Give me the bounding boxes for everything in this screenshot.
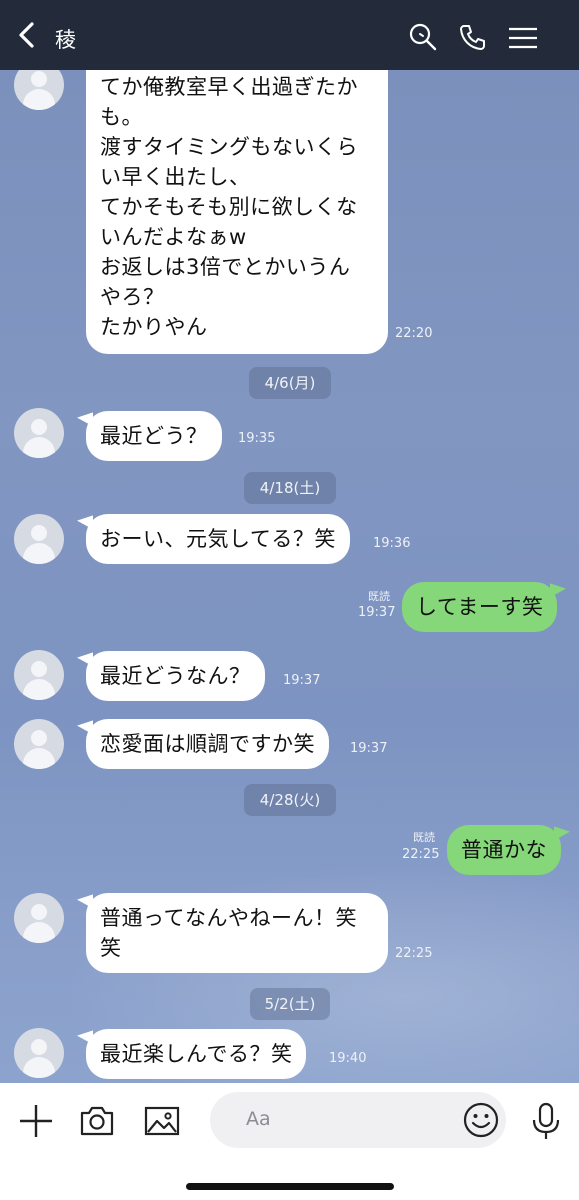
date-separator: 4/6(月) [249,367,331,399]
avatar[interactable] [14,893,64,943]
message-bubble: 最近どうなん？ [86,651,265,701]
message-bubble: てか俺教室早く出過ぎたか も。 渡すタイミングもないくら い早く出たし、 てかそ… [86,52,388,354]
message-input[interactable]: Aa [210,1092,506,1148]
message-time: 19:36 [373,536,411,551]
avatar[interactable] [14,719,64,769]
message-time: 19:40 [329,1051,367,1066]
menu-icon[interactable] [508,22,538,52]
message-bubble: 恋愛面は順調ですか笑 [86,719,329,769]
emoji-icon[interactable] [462,1101,500,1139]
message-time: 22:25 [395,946,433,961]
message-bubble: してまーす笑 [402,582,558,632]
chat-title: 稜 [55,28,76,52]
read-receipt: 既読 [413,831,435,844]
phone-icon[interactable] [458,22,488,52]
message-time: 19:37 [350,741,388,756]
message-time: 19:37 [358,605,396,620]
message-time: 22:25 [402,847,440,862]
date-separator: 4/28(火) [244,784,336,816]
message-time: 19:37 [283,673,321,688]
message-time: 22:20 [395,326,433,341]
message-bubble: 最近どう？ [86,411,222,461]
message-bubble: 普通かな [447,825,561,875]
chat-header: 稜 [0,0,579,70]
input-bar: Aa [0,1083,579,1200]
plus-icon[interactable] [16,1101,56,1141]
camera-icon[interactable] [77,1101,117,1141]
avatar[interactable] [14,650,64,700]
search-icon[interactable] [408,22,438,52]
message-input-placeholder: Aa [246,1108,271,1130]
date-separator: 4/18(土) [244,472,336,504]
message-bubble: おーい、元気してる？笑 [86,514,350,564]
avatar[interactable] [14,1028,64,1078]
home-indicator [186,1183,394,1190]
read-receipt: 既読 [368,590,390,603]
message-bubble: 最近楽しんでる？笑 [86,1029,307,1079]
microphone-icon[interactable] [528,1101,564,1141]
date-separator: 5/2(土) [250,988,330,1020]
avatar[interactable] [14,514,64,564]
message-time: 19:35 [238,431,276,446]
chevron-left-icon[interactable] [14,22,40,48]
image-icon[interactable] [142,1101,182,1141]
avatar[interactable] [14,408,64,458]
message-bubble: 普通ってなんやねーん！笑 笑 [86,893,388,973]
